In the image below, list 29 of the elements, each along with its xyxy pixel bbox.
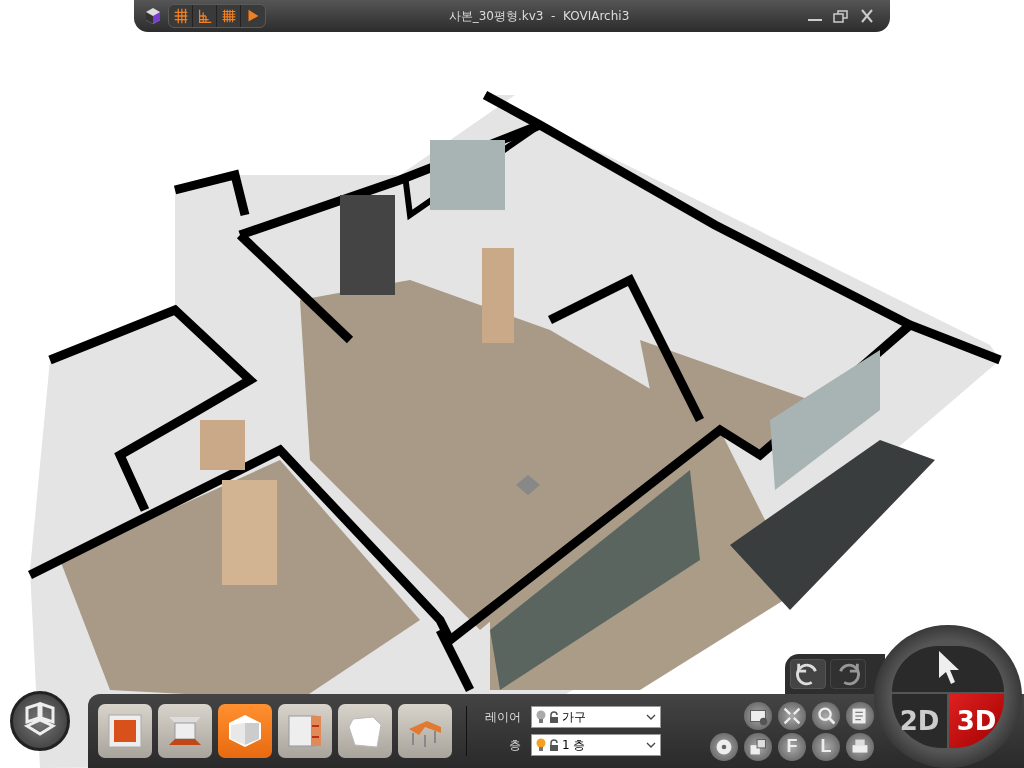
- select-pointer-button[interactable]: [892, 645, 1004, 692]
- lock-icon: [549, 710, 559, 724]
- caret-icon: [646, 714, 656, 720]
- fit-tool-button[interactable]: [778, 701, 806, 730]
- boxes-tool-button[interactable]: [744, 732, 772, 761]
- layer-label: 레이어: [485, 708, 521, 726]
- printer-tool-button[interactable]: [846, 732, 874, 761]
- cube-logo-icon: [144, 7, 162, 25]
- floor-label: 층: [508, 736, 521, 754]
- view-mode-toggle[interactable]: 3D: [949, 693, 1004, 748]
- minimize-icon: [808, 19, 822, 21]
- layer-dropdown[interactable]: 가구: [531, 706, 661, 728]
- wall-offset-view-button[interactable]: [278, 704, 332, 758]
- view-mode-toggle[interactable]: 2D: [892, 693, 947, 748]
- lock-icon: [549, 738, 559, 752]
- restore-icon: [831, 9, 851, 23]
- notes-tool-button[interactable]: [846, 701, 874, 730]
- floor-view-button[interactable]: [98, 704, 152, 758]
- undo-button[interactable]: [790, 659, 826, 689]
- view-cube-button[interactable]: [10, 691, 70, 751]
- corner-view-button[interactable]: [218, 704, 272, 758]
- door: [200, 420, 245, 470]
- room-view-button[interactable]: [158, 704, 212, 758]
- cube-view-button[interactable]: [338, 704, 392, 758]
- zoom-tool-button[interactable]: [812, 701, 840, 730]
- floor-dropdown[interactable]: 1 층: [531, 734, 661, 756]
- camera-tool-button[interactable]: [744, 701, 772, 730]
- caret-icon: [646, 742, 656, 748]
- window-title: 사본_30평형.kv3 - KOVIArchi3: [447, 7, 631, 25]
